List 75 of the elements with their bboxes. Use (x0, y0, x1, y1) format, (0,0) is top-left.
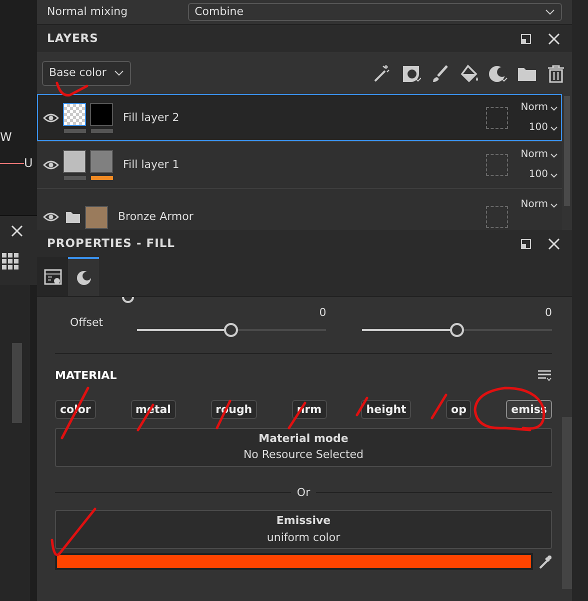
offset-label: Offset (70, 314, 104, 330)
brush-icon[interactable] (430, 64, 450, 82)
paint-bucket-icon[interactable] (459, 64, 479, 82)
annotation-mark (474, 386, 546, 432)
list-menu-icon[interactable] (538, 370, 552, 382)
section-title: MATERIAL (55, 368, 117, 384)
eyedropper-icon[interactable] (538, 554, 552, 568)
channel-button[interactable]: op (446, 400, 472, 418)
info-title: Material mode (258, 430, 350, 446)
info-value: uniform color (266, 530, 342, 546)
annotation-mark (56, 82, 88, 96)
blend-mode-dropdown[interactable]: Norm (520, 149, 548, 161)
eye-icon[interactable] (43, 210, 59, 224)
folder-icon (65, 210, 81, 224)
color-swatch[interactable] (55, 553, 532, 570)
layer-name: Bronze Armor (118, 208, 194, 225)
channel-dropdown[interactable]: Base color (42, 60, 132, 86)
info-title: Emissive (275, 513, 332, 529)
fill-mask-icon[interactable] (401, 64, 421, 82)
slider-value: 0 (545, 304, 552, 320)
opacity-dropdown[interactable]: 100 (528, 169, 548, 181)
axis-label: U (24, 155, 33, 172)
settings-panel-icon[interactable] (44, 268, 62, 286)
mask-thumbnail[interactable] (90, 103, 113, 126)
caret-icon[interactable] (550, 172, 558, 178)
channel-button[interactable]: height (361, 400, 412, 418)
layer-thumbnail[interactable] (63, 103, 86, 126)
layer-row[interactable]: Fill layer 2 Norm 100 (37, 94, 562, 141)
annotation-mark (50, 508, 96, 556)
setting-label: Normal mixing (47, 4, 128, 20)
opacity-dropdown[interactable]: 100 (528, 122, 548, 134)
close-icon[interactable] (546, 30, 562, 46)
eye-icon[interactable] (43, 111, 59, 125)
separator-label: Or (296, 484, 310, 500)
scrollbar[interactable] (12, 343, 22, 423)
slider-track[interactable] (362, 323, 552, 337)
caret-icon[interactable] (550, 106, 558, 110)
caret-icon[interactable] (550, 152, 558, 158)
trash-icon[interactable] (546, 64, 566, 82)
slider-thumb[interactable] (224, 323, 238, 337)
close-icon[interactable] (10, 224, 24, 238)
layer-row[interactable]: Bronze Armor Norm (37, 188, 562, 230)
magic-wand-icon[interactable] (372, 64, 392, 82)
mixing-dropdown[interactable]: Combine (188, 3, 562, 21)
material-ball-icon[interactable] (488, 64, 508, 82)
layer-name: Fill layer 2 (123, 110, 180, 126)
caret-icon[interactable] (550, 126, 558, 130)
caret-icon[interactable] (550, 202, 558, 208)
layer-thumbnail[interactable] (63, 150, 86, 173)
axis-label: W (0, 129, 12, 146)
blend-mode-dropdown[interactable]: Norm (520, 199, 548, 211)
annotation-mark (430, 394, 448, 420)
panel-tab[interactable] (68, 257, 99, 296)
panel-title: PROPERTIES - FILL (47, 234, 176, 252)
axis-line (0, 162, 24, 164)
slider-track[interactable] (136, 323, 326, 337)
grid-icon[interactable] (2, 253, 19, 270)
slider-value: 0 (319, 304, 326, 320)
scrollbar[interactable] (562, 417, 572, 589)
panel-tab[interactable] (37, 257, 68, 296)
caret-icon[interactable] (545, 9, 555, 15)
material-ball-icon[interactable] (74, 268, 92, 286)
eye-icon[interactable] (43, 158, 59, 172)
mask-thumbnail[interactable] (90, 150, 113, 173)
layer-name: Fill layer 1 (123, 156, 180, 173)
caret-icon[interactable] (114, 70, 124, 76)
close-icon[interactable] (546, 236, 562, 252)
layer-thumbnail[interactable] (85, 206, 108, 228)
slider-thumb[interactable] (450, 323, 464, 337)
blend-mode-dropdown[interactable]: Norm (520, 102, 548, 114)
slider-thumb[interactable] (122, 297, 134, 303)
info-value: No Resource Selected (242, 447, 365, 463)
panel-title: LAYERS (47, 30, 100, 47)
mask-slot[interactable] (486, 107, 508, 129)
annotation-mark (356, 396, 368, 416)
